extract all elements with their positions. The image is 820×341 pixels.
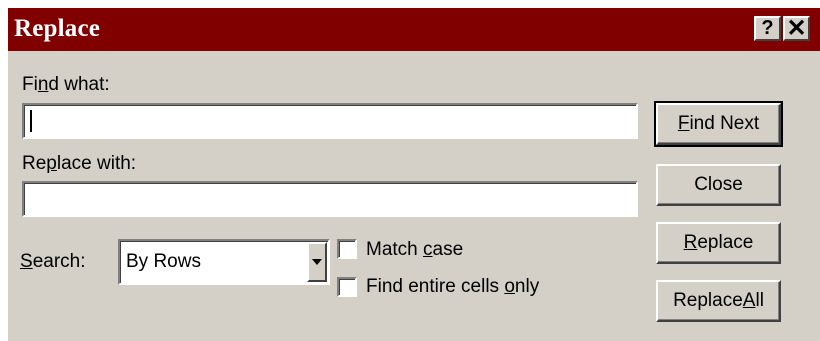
find-what-label: Find what: xyxy=(22,74,110,95)
close-icon: ✕ xyxy=(786,14,807,42)
find-next-button[interactable]: Find Next xyxy=(654,101,783,147)
search-selected-value: By Rows xyxy=(126,251,201,272)
replace-with-label: Replace with: xyxy=(22,153,137,174)
dropdown-button[interactable] xyxy=(307,242,327,282)
help-icon: ? xyxy=(761,17,774,39)
entire-cells-checkbox[interactable] xyxy=(337,277,357,297)
dropdown-arrow-icon xyxy=(312,259,322,265)
entire-cells-label[interactable]: Find entire cells only xyxy=(366,276,539,298)
find-what-field[interactable] xyxy=(22,103,638,139)
match-case-label[interactable]: Match case xyxy=(366,239,463,261)
title-bar[interactable]: Replace ? ✕ xyxy=(8,8,820,51)
window-title: Replace xyxy=(14,15,101,42)
help-button[interactable]: ? xyxy=(754,16,781,41)
close-window-button[interactable]: ✕ xyxy=(783,16,810,41)
close-button[interactable]: Close xyxy=(656,164,781,206)
replace-all-button[interactable]: Replace All xyxy=(656,280,781,322)
replace-with-field[interactable] xyxy=(22,181,638,217)
search-label: Search: xyxy=(20,251,86,272)
text-caret xyxy=(30,110,32,132)
replace-with-input[interactable] xyxy=(24,183,636,215)
replace-button[interactable]: Replace xyxy=(656,222,781,264)
search-select[interactable]: By Rows xyxy=(118,239,330,285)
find-what-input[interactable] xyxy=(24,105,636,137)
match-case-checkbox[interactable] xyxy=(337,239,357,259)
replace-dialog: Replace ? ✕ Find what: Replace with: Sea… xyxy=(8,8,820,341)
